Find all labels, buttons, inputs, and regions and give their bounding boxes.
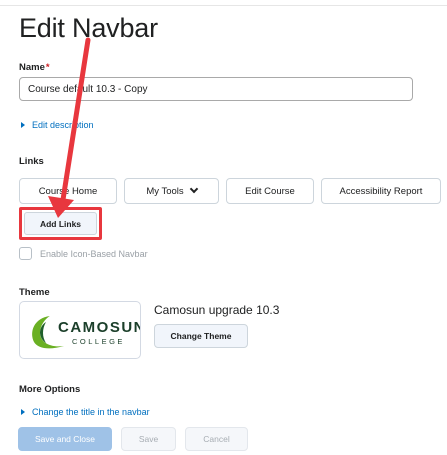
save-and-close-button[interactable]: Save and Close xyxy=(18,427,112,451)
link-course-home[interactable]: Course Home xyxy=(19,178,117,204)
chevron-down-icon xyxy=(189,184,198,194)
change-title-label: Change the title in the navbar xyxy=(32,407,150,417)
link-edit-course-label: Edit Course xyxy=(245,185,295,197)
cancel-button[interactable]: Cancel xyxy=(185,427,248,451)
top-divider xyxy=(0,5,447,6)
theme-name: Camosun upgrade 10.3 xyxy=(154,303,280,317)
links-section-label: Links xyxy=(19,156,44,167)
link-my-tools-label: My Tools xyxy=(146,185,184,197)
edit-description-toggle[interactable]: Edit description xyxy=(21,120,94,130)
theme-section-label: Theme xyxy=(19,287,50,298)
expand-triangle-icon xyxy=(21,409,25,415)
add-links-highlight: Add Links xyxy=(19,207,102,240)
expand-triangle-icon xyxy=(21,122,25,128)
camosun-logo-text: CAMOSUN xyxy=(58,319,141,336)
edit-description-label: Edit description xyxy=(32,120,94,130)
link-accessibility-report[interactable]: Accessibility Report xyxy=(321,178,441,204)
change-title-toggle[interactable]: Change the title in the navbar xyxy=(21,407,150,417)
more-options-section-label: More Options xyxy=(19,384,81,395)
required-mark: * xyxy=(45,62,50,73)
icon-navbar-checkbox[interactable] xyxy=(19,247,32,260)
save-button[interactable]: Save xyxy=(121,427,176,451)
page-title: Edit Navbar xyxy=(19,13,158,43)
link-my-tools[interactable]: My Tools xyxy=(124,178,219,204)
link-edit-course[interactable]: Edit Course xyxy=(226,178,314,204)
college-logo-text: COLLEGE xyxy=(72,337,125,346)
name-input[interactable] xyxy=(19,77,413,101)
theme-preview-card: CAMOSUN COLLEGE xyxy=(19,301,141,359)
link-course-home-label: Course Home xyxy=(38,185,98,197)
camosun-logo: CAMOSUN COLLEGE xyxy=(32,316,141,349)
add-links-button[interactable]: Add Links xyxy=(24,212,97,235)
name-field-label: Name* xyxy=(19,62,50,73)
change-theme-button[interactable]: Change Theme xyxy=(154,324,248,348)
icon-navbar-option: Enable Icon-Based Navbar xyxy=(19,247,148,260)
link-accessibility-report-label: Accessibility Report xyxy=(339,185,423,197)
icon-navbar-label: Enable Icon-Based Navbar xyxy=(40,248,148,259)
